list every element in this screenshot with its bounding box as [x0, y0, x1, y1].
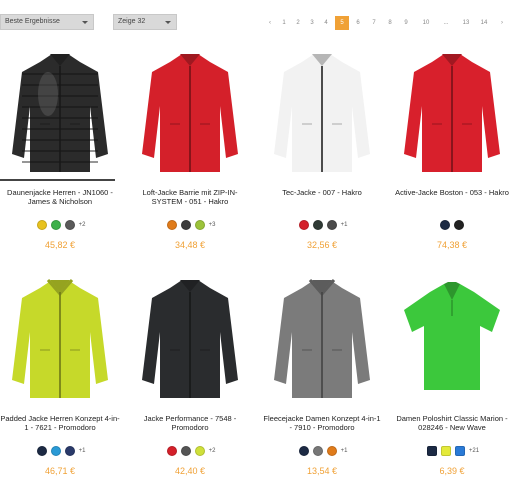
- product-image[interactable]: [0, 270, 120, 405]
- product-title[interactable]: Padded Jacke Herren Konzept 4-in-1 - 762…: [0, 414, 120, 432]
- color-swatch[interactable]: [180, 220, 191, 230]
- product-price: 74,38 €: [436, 240, 468, 250]
- product-image[interactable]: [392, 270, 512, 405]
- page-8-button[interactable]: 8: [383, 16, 397, 30]
- more-colors-count[interactable]: +1: [341, 448, 348, 454]
- more-colors-count[interactable]: +1: [79, 448, 86, 454]
- product-price: 45,82 €: [44, 240, 76, 250]
- product-title[interactable]: Daunenjacke Herren - JN1060 - James & Ni…: [0, 188, 120, 206]
- product-card[interactable]: Active-Jacke Boston - 053 - Hakro 74,38 €: [392, 44, 512, 250]
- color-swatch[interactable]: [312, 446, 323, 456]
- sort-select[interactable]: Beste Ergebnisse: [0, 14, 94, 30]
- color-swatches: +3: [130, 220, 250, 232]
- more-colors-count[interactable]: +1: [341, 222, 348, 228]
- next-page-button[interactable]: ›: [495, 16, 509, 30]
- product-image[interactable]: [262, 270, 382, 405]
- color-swatch[interactable]: [298, 220, 309, 230]
- product-card[interactable]: Tec-Jacke - 007 - Hakro +1 32,56 €: [262, 44, 382, 250]
- product-card[interactable]: Jacke Performance - 7548 - Promodoro +2 42…: [130, 270, 250, 476]
- product-card[interactable]: Fleecejacke Damen Konzept 4-in-1 - 7910 …: [262, 270, 382, 476]
- page-14-button[interactable]: 14: [477, 16, 491, 30]
- show-count-value: Zeige 32: [118, 18, 146, 25]
- color-swatch[interactable]: [64, 446, 75, 456]
- prev-page-button[interactable]: ‹: [263, 16, 277, 30]
- color-swatch[interactable]: [312, 220, 323, 230]
- color-swatches: +21: [392, 446, 512, 458]
- page-1-button[interactable]: 1: [277, 16, 291, 30]
- color-swatch[interactable]: [440, 446, 451, 456]
- color-swatch[interactable]: [180, 446, 191, 456]
- chevron-down-icon: [82, 21, 88, 24]
- color-swatches: +2: [130, 446, 250, 458]
- page-4-button[interactable]: 4: [319, 16, 333, 30]
- product-price: 13,54 €: [306, 466, 338, 476]
- product-price: 6,39 €: [439, 466, 465, 476]
- color-swatch[interactable]: [454, 220, 464, 230]
- more-colors-count[interactable]: +2: [79, 222, 86, 228]
- product-card[interactable]: Padded Jacke Herren Konzept 4-in-1 - 762…: [0, 270, 120, 476]
- color-swatch[interactable]: [426, 446, 437, 456]
- color-swatch[interactable]: [166, 446, 177, 456]
- color-swatch[interactable]: [166, 220, 177, 230]
- page-10-button[interactable]: 10: [419, 16, 433, 30]
- page-13-button[interactable]: 13: [459, 16, 473, 30]
- toolbar: Beste Ergebnisse Zeige 32 ‹ 1 2 3 4 5 6 7 8 9 10..…: [0, 14, 516, 32]
- pagination-ellipsis: ...: [443, 20, 449, 26]
- hover-underline: [0, 179, 115, 181]
- color-swatch[interactable]: [64, 220, 75, 230]
- product-image[interactable]: [130, 44, 250, 179]
- page-2-button[interactable]: 2: [291, 16, 305, 30]
- color-swatch[interactable]: [194, 446, 205, 456]
- product-title[interactable]: Fleecejacke Damen Konzept 4-in-1 - 7910 …: [262, 414, 382, 432]
- product-price: 34,48 €: [174, 240, 206, 250]
- chevron-down-icon: [165, 21, 171, 24]
- page-3-button[interactable]: 3: [305, 16, 319, 30]
- more-colors-count[interactable]: +21: [469, 448, 479, 454]
- product-title[interactable]: Active-Jacke Boston - 053 - Hakro: [392, 188, 512, 197]
- color-swatch[interactable]: [36, 446, 47, 456]
- page-6-button[interactable]: 6: [351, 16, 365, 30]
- product-image[interactable]: [130, 270, 250, 405]
- product-image[interactable]: [262, 44, 382, 179]
- page-7-button[interactable]: 7: [367, 16, 381, 30]
- color-swatch[interactable]: [194, 220, 205, 230]
- color-swatches: +2: [0, 220, 120, 232]
- color-swatch[interactable]: [36, 220, 47, 230]
- product-title[interactable]: Damen Poloshirt Classic Marion - 028246 …: [392, 414, 512, 432]
- product-title[interactable]: Tec-Jacke - 007 - Hakro: [262, 188, 382, 197]
- color-swatch[interactable]: [326, 446, 337, 456]
- product-price: 32,56 €: [306, 240, 338, 250]
- product-image[interactable]: [0, 44, 120, 179]
- page-5-button[interactable]: 5: [335, 16, 349, 30]
- color-swatch[interactable]: [326, 220, 337, 230]
- more-colors-count[interactable]: +3: [209, 222, 216, 228]
- color-swatches: +1: [262, 446, 382, 458]
- product-card[interactable]: Loft-Jacke Barrie mit ZIP-IN-SYSTEM - 05…: [130, 44, 250, 250]
- sort-select-value: Beste Ergebnisse: [5, 18, 60, 25]
- show-count-select[interactable]: Zeige 32: [113, 14, 177, 30]
- color-swatch[interactable]: [50, 220, 61, 230]
- product-card[interactable]: Damen Poloshirt Classic Marion - 028246 …: [392, 270, 512, 476]
- product-card[interactable]: Daunenjacke Herren - JN1060 - James & Ni…: [0, 44, 120, 250]
- product-price: 42,40 €: [174, 466, 206, 476]
- color-swatches: [392, 220, 512, 232]
- color-swatch[interactable]: [440, 220, 450, 230]
- page-9-button[interactable]: 9: [399, 16, 413, 30]
- color-swatches: +1: [262, 220, 382, 232]
- more-colors-count[interactable]: +2: [209, 448, 216, 454]
- product-title[interactable]: Loft-Jacke Barrie mit ZIP-IN-SYSTEM - 05…: [130, 188, 250, 206]
- product-price: 46,71 €: [44, 466, 76, 476]
- product-title[interactable]: Jacke Performance - 7548 - Promodoro: [130, 414, 250, 432]
- product-image[interactable]: [392, 44, 512, 179]
- color-swatch[interactable]: [298, 446, 309, 456]
- color-swatch[interactable]: [50, 446, 61, 456]
- color-swatches: +1: [0, 446, 120, 458]
- color-swatch[interactable]: [454, 446, 465, 456]
